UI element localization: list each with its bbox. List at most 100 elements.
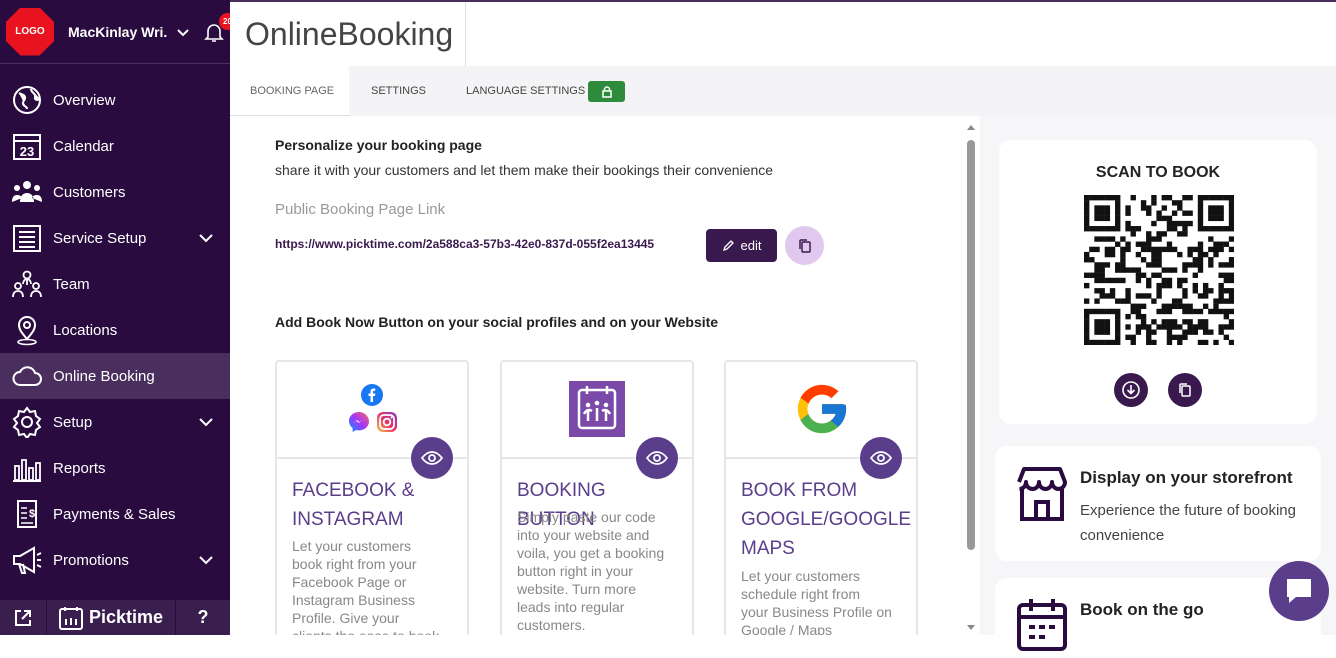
sidebar-item-calendar[interactable]: 23 Calendar (0, 123, 230, 169)
sidebar-footer: Picktime ? (0, 600, 230, 635)
sidebar-item-label: Overview (53, 91, 116, 109)
card-title-line: GOOGLE/GOOGLE (741, 509, 911, 530)
picktime-brand[interactable]: Picktime (46, 600, 176, 635)
location-icon (17, 316, 37, 346)
svg-text:$: $ (29, 508, 35, 520)
card-title-line: MAPS (741, 538, 795, 559)
messenger-icon (349, 412, 369, 432)
calendar-icon-day: 23 (20, 144, 34, 159)
eye-icon (870, 451, 892, 465)
sidebar-item-label: Team (53, 275, 90, 293)
company-logo[interactable]: LOGO (6, 7, 54, 56)
scrollbar-thumb[interactable] (967, 140, 975, 550)
picktime-logo-icon (58, 606, 83, 630)
personalize-title: Personalize your booking page (275, 137, 482, 153)
google-icon (797, 384, 847, 434)
preview-button[interactable] (411, 437, 453, 479)
chat-button[interactable] (1269, 561, 1329, 621)
card-header (502, 362, 692, 479)
scan-title: SCAN TO BOOK (1095, 164, 1221, 181)
card-description: Let your customers book right from your … (292, 537, 458, 635)
card-desc-line: customers. (517, 617, 586, 633)
card-desc-line: Profile. Give your (292, 610, 400, 626)
help-button[interactable]: ? (176, 607, 230, 628)
sidebar-item-label: Payments & Sales (53, 505, 176, 523)
sidebar-item-label: Calendar (53, 137, 114, 155)
tab-language-settings[interactable]: LANGUAGE SETTINGS (466, 66, 585, 116)
chevron-down-icon[interactable] (198, 415, 214, 429)
preview-button[interactable] (860, 437, 902, 479)
chevron-down-icon[interactable] (198, 553, 214, 567)
card-header (726, 362, 916, 479)
language-settings-lock[interactable] (588, 81, 625, 102)
preview-button[interactable] (636, 437, 678, 479)
calendar-icon (1017, 599, 1067, 651)
card-desc-line: Let your customers (741, 568, 861, 584)
company-name[interactable]: MacKinlay Wri... (68, 24, 168, 40)
main-content: Personalize your booking page share it w… (230, 116, 980, 635)
lock-icon (601, 85, 612, 98)
external-link-button[interactable] (0, 608, 46, 628)
copy-qr-button[interactable] (1168, 373, 1202, 407)
book-on-go-title: Book on the go (1080, 600, 1204, 619)
sidebar-item-reports[interactable]: Reports (0, 445, 230, 491)
page-title: OnlineBooking (230, 2, 466, 66)
copy-icon (798, 238, 811, 253)
download-qr-button[interactable] (1114, 373, 1148, 407)
globe-icon (13, 86, 41, 114)
personalize-subtitle: share it with your customers and let the… (275, 162, 774, 178)
card-desc-line: leads into regular (517, 599, 625, 615)
card-title: FACEBOOK & INSTAGRAM (292, 476, 462, 534)
sidebar-item-label: Online Booking (53, 367, 155, 385)
google-maps-card[interactable]: BOOK FROM GOOGLE/GOOGLE MAPS Let your cu… (724, 360, 918, 635)
scroll-up-arrow-icon[interactable] (963, 122, 979, 132)
public-booking-link[interactable]: https://www.picktime.com/2a588ca3-57b3-4… (275, 237, 654, 251)
list-icon (13, 225, 41, 252)
card-desc-line: Let your customers (292, 538, 412, 554)
card-title-line: BOOK FROM (741, 480, 858, 501)
calendar-icon: 23 (13, 134, 41, 160)
sidebar-item-label: Reports (53, 459, 106, 477)
card-title: BOOK FROM GOOGLE/GOOGLE MAPS (741, 476, 911, 563)
sidebar-item-online-booking[interactable]: Online Booking (0, 353, 230, 399)
sidebar-item-customers[interactable]: Customers (0, 169, 230, 215)
sidebar-item-promotions[interactable]: Promotions (0, 537, 230, 583)
sidebar-item-setup[interactable]: Setup (0, 399, 230, 445)
chevron-down-icon[interactable] (176, 25, 190, 39)
notifications-button[interactable]: 20 (202, 12, 236, 44)
sidebar-item-payments-sales[interactable]: $ Payments & Sales (0, 491, 230, 537)
bar-chart-icon (13, 459, 41, 482)
sidebar-item-service-setup[interactable]: Service Setup (0, 215, 230, 261)
edit-label: edit (740, 238, 762, 253)
storefront-desc-line: Experience the future of booking (1080, 502, 1296, 519)
card-description: Let your customers schedule right from y… (741, 567, 907, 635)
pencil-icon (722, 240, 734, 252)
external-link-icon (15, 609, 31, 626)
sidebar-item-team[interactable]: Team (0, 261, 230, 307)
sidebar-header: LOGO MacKinlay Wri... 20 (0, 0, 236, 64)
chat-icon (1287, 579, 1311, 603)
card-title-line: FACEBOOK & (292, 480, 415, 501)
right-panel: SCAN TO BOOK Display on your storefront … (980, 116, 1336, 658)
tab-booking-page[interactable]: BOOKING PAGE (230, 66, 349, 116)
storefront-card[interactable]: Display on your storefront Experience th… (995, 446, 1321, 561)
chevron-down-icon[interactable] (198, 231, 214, 245)
cloud-icon (12, 366, 42, 386)
scroll-down-arrow-icon[interactable] (963, 623, 979, 633)
booking-button-card[interactable]: BOOKING BUTTON Simply paste our code int… (500, 360, 694, 635)
copy-icon (1179, 383, 1191, 397)
tab-settings[interactable]: SETTINGS (371, 66, 426, 116)
content-scrollbar[interactable] (963, 116, 979, 635)
sidebar-item-label: Promotions (53, 551, 129, 569)
copy-link-button[interactable] (785, 226, 824, 265)
card-desc-line: website. Turn more (517, 581, 637, 597)
edit-link-button[interactable]: edit (706, 229, 777, 262)
top-bar: OnlineBooking (230, 0, 1336, 66)
facebook-instagram-card[interactable]: FACEBOOK & INSTAGRAM Let your customers … (275, 360, 469, 635)
eye-icon (646, 451, 668, 465)
invoice-icon: $ (17, 500, 37, 528)
sidebar-item-overview[interactable]: Overview (0, 77, 230, 123)
sidebar-item-locations[interactable]: Locations (0, 307, 230, 353)
card-desc-line: button right in your (517, 563, 633, 579)
download-icon (1122, 381, 1140, 399)
